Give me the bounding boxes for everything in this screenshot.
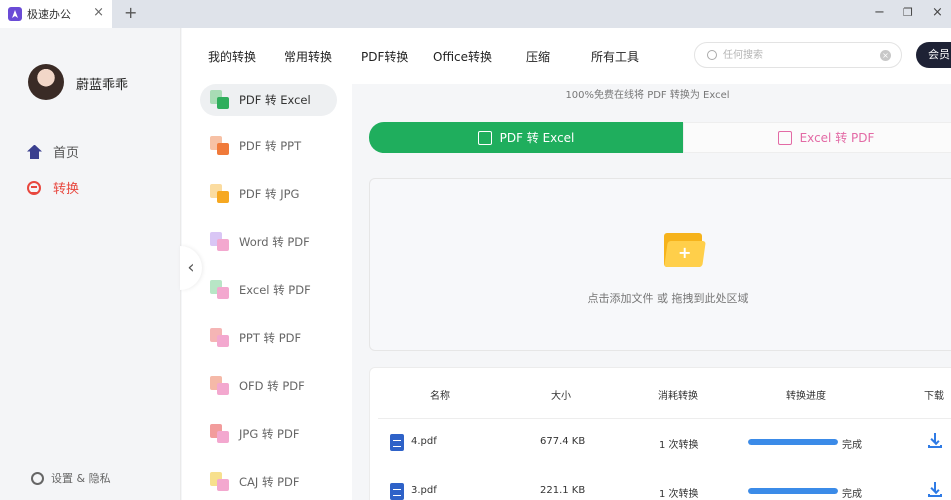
tool-item-label: PDF 转 Excel — [239, 93, 311, 107]
gear-icon — [31, 471, 44, 485]
avatar[interactable] — [28, 64, 64, 100]
download-icon[interactable] — [928, 482, 942, 497]
tab-pdf-to-excel-label: PDF 转 Excel — [499, 131, 575, 145]
app-logo-icon — [8, 7, 22, 21]
nav-convert-label: 转换 — [53, 182, 80, 197]
file-conversion-icon — [210, 90, 230, 110]
vip-button[interactable]: 会员 — [916, 42, 951, 68]
menu-common-conversions[interactable]: 常用转换 — [284, 48, 332, 65]
file-table: 名称 大小 消耗转换 转换进度 下载 4.pdf 677.4 KB 1 次转换 完成 3… — [369, 367, 951, 500]
file-name: 4.pdf — [411, 436, 437, 447]
new-tab-button[interactable]: + — [124, 4, 137, 22]
header-divider — [378, 418, 951, 419]
column-header-name: 名称 — [430, 391, 450, 402]
tool-item-label: PDF 转 JPG — [239, 187, 300, 201]
close-button[interactable]: × — [932, 6, 943, 20]
column-header-download: 下载 — [924, 391, 944, 402]
file-size: 221.1 KB — [540, 485, 586, 496]
file-conversion-icon — [210, 328, 230, 348]
app-tab[interactable]: 极速办公 × — [0, 0, 112, 28]
top-menu: 我的转换 常用转换 PDF转换 Office转换 压缩 所有工具 × 会员 — [182, 28, 951, 84]
tool-item[interactable]: Excel 转 PDF — [200, 274, 337, 306]
tool-item[interactable]: PDF 转 JPG — [200, 178, 337, 210]
tool-item[interactable]: PDF 转 PPT — [200, 130, 337, 162]
tool-list: PDF 转 Excel PDF 转 PPT PDF 转 JPG Word 转 PDF E… — [182, 84, 352, 500]
search-icon — [707, 50, 717, 60]
menu-office-conversion[interactable]: Office转换 — [433, 48, 492, 65]
tool-item[interactable]: Word 转 PDF — [200, 226, 337, 258]
tool-item[interactable]: OFD 转 PDF — [200, 370, 337, 402]
conversion-status: 完成 — [842, 489, 862, 500]
file-conversion-icon — [210, 136, 230, 156]
menu-compress[interactable]: 压缩 — [526, 48, 550, 65]
search-input[interactable] — [723, 47, 873, 64]
minimize-button[interactable]: − — [874, 6, 885, 20]
folder-add-icon: + — [664, 227, 706, 267]
search-box[interactable]: × — [694, 42, 902, 68]
tab-pdf-to-excel[interactable]: PDF 转 Excel — [369, 122, 683, 153]
convert-icon — [27, 180, 41, 195]
tool-item-label: Word 转 PDF — [239, 235, 310, 249]
tool-item-label: CAJ 转 PDF — [239, 475, 300, 489]
tab-excel-to-pdf-label: Excel 转 PDF — [799, 131, 875, 145]
tool-item-label: PDF 转 PPT — [239, 139, 302, 153]
tool-item-label: OFD 转 PDF — [239, 379, 305, 393]
tool-item[interactable]: PDF 转 Excel — [200, 84, 337, 116]
file-drop-zone[interactable]: + 点击添加文件 或 拖拽到此处区域 — [369, 178, 951, 351]
file-conversion-icon — [210, 472, 230, 492]
file-conversion-icon — [210, 184, 230, 204]
mode-tabs: PDF 转 Excel Excel 转 PDF — [369, 122, 951, 153]
file-conversion-icon — [210, 424, 230, 444]
file-size: 677.4 KB — [540, 436, 586, 447]
sidebar: 蔚蓝乖乖 首页 转换 设置 & 隐私 — [0, 28, 181, 500]
table-row: 4.pdf 677.4 KB 1 次转换 完成 — [370, 433, 951, 464]
clear-search-icon[interactable]: × — [880, 50, 891, 61]
document-icon — [390, 483, 404, 500]
settings-label: 设置 & 隐私 — [51, 472, 111, 485]
column-header-progress: 转换进度 — [786, 391, 826, 402]
tool-item[interactable]: CAJ 转 PDF — [200, 466, 337, 498]
column-header-size: 大小 — [551, 391, 571, 402]
main-panel: 100%免费在线将 PDF 转换为 Excel PDF 转 Excel Exce… — [352, 84, 951, 500]
tool-item-label: JPG 转 PDF — [239, 427, 300, 441]
title-bar: 极速办公 × + − ❐ × — [0, 0, 951, 28]
conversion-progress-bar — [748, 488, 838, 494]
tool-item[interactable]: JPG 转 PDF — [200, 418, 337, 450]
page-subtitle: 100%免费在线将 PDF 转换为 Excel — [565, 90, 730, 101]
excel-file-icon — [477, 130, 492, 145]
file-conversion-icon — [210, 376, 230, 396]
menu-pdf-conversion[interactable]: PDF转换 — [361, 48, 408, 65]
home-icon — [27, 145, 42, 159]
username: 蔚蓝乖乖 — [76, 78, 129, 93]
document-icon — [390, 434, 404, 451]
settings-privacy-link[interactable]: 设置 & 隐私 — [31, 470, 111, 486]
tab-excel-to-pdf[interactable]: Excel 转 PDF — [683, 122, 951, 153]
conversion-cost: 1 次转换 — [659, 489, 699, 500]
tool-item-label: Excel 转 PDF — [239, 283, 311, 297]
tool-item-label: PPT 转 PDF — [239, 331, 302, 345]
menu-my-conversions[interactable]: 我的转换 — [208, 48, 256, 65]
tool-item[interactable]: PPT 转 PDF — [200, 322, 337, 354]
nav-convert[interactable]: 转换 — [27, 178, 79, 197]
download-icon[interactable] — [928, 433, 942, 448]
menu-all-tools[interactable]: 所有工具 — [591, 48, 639, 65]
progress-fill — [748, 488, 838, 494]
conversion-status: 完成 — [842, 440, 862, 451]
column-header-cost: 消耗转换 — [658, 391, 698, 402]
conversion-progress-bar — [748, 439, 838, 445]
nav-home[interactable]: 首页 — [27, 142, 79, 161]
file-conversion-icon — [210, 232, 230, 252]
file-conversion-icon — [210, 280, 230, 300]
tab-title: 极速办公 — [27, 8, 71, 21]
table-row: 3.pdf 221.1 KB 1 次转换 完成 — [370, 482, 951, 500]
conversion-cost: 1 次转换 — [659, 440, 699, 451]
tab-close-icon[interactable]: × — [93, 6, 104, 20]
pdf-file-icon — [777, 130, 792, 145]
drop-zone-text: 点击添加文件 或 拖拽到此处区域 — [587, 292, 749, 305]
restore-button[interactable]: ❐ — [903, 6, 913, 20]
progress-fill — [748, 439, 838, 445]
nav-home-label: 首页 — [53, 146, 80, 161]
file-name: 3.pdf — [411, 485, 437, 496]
